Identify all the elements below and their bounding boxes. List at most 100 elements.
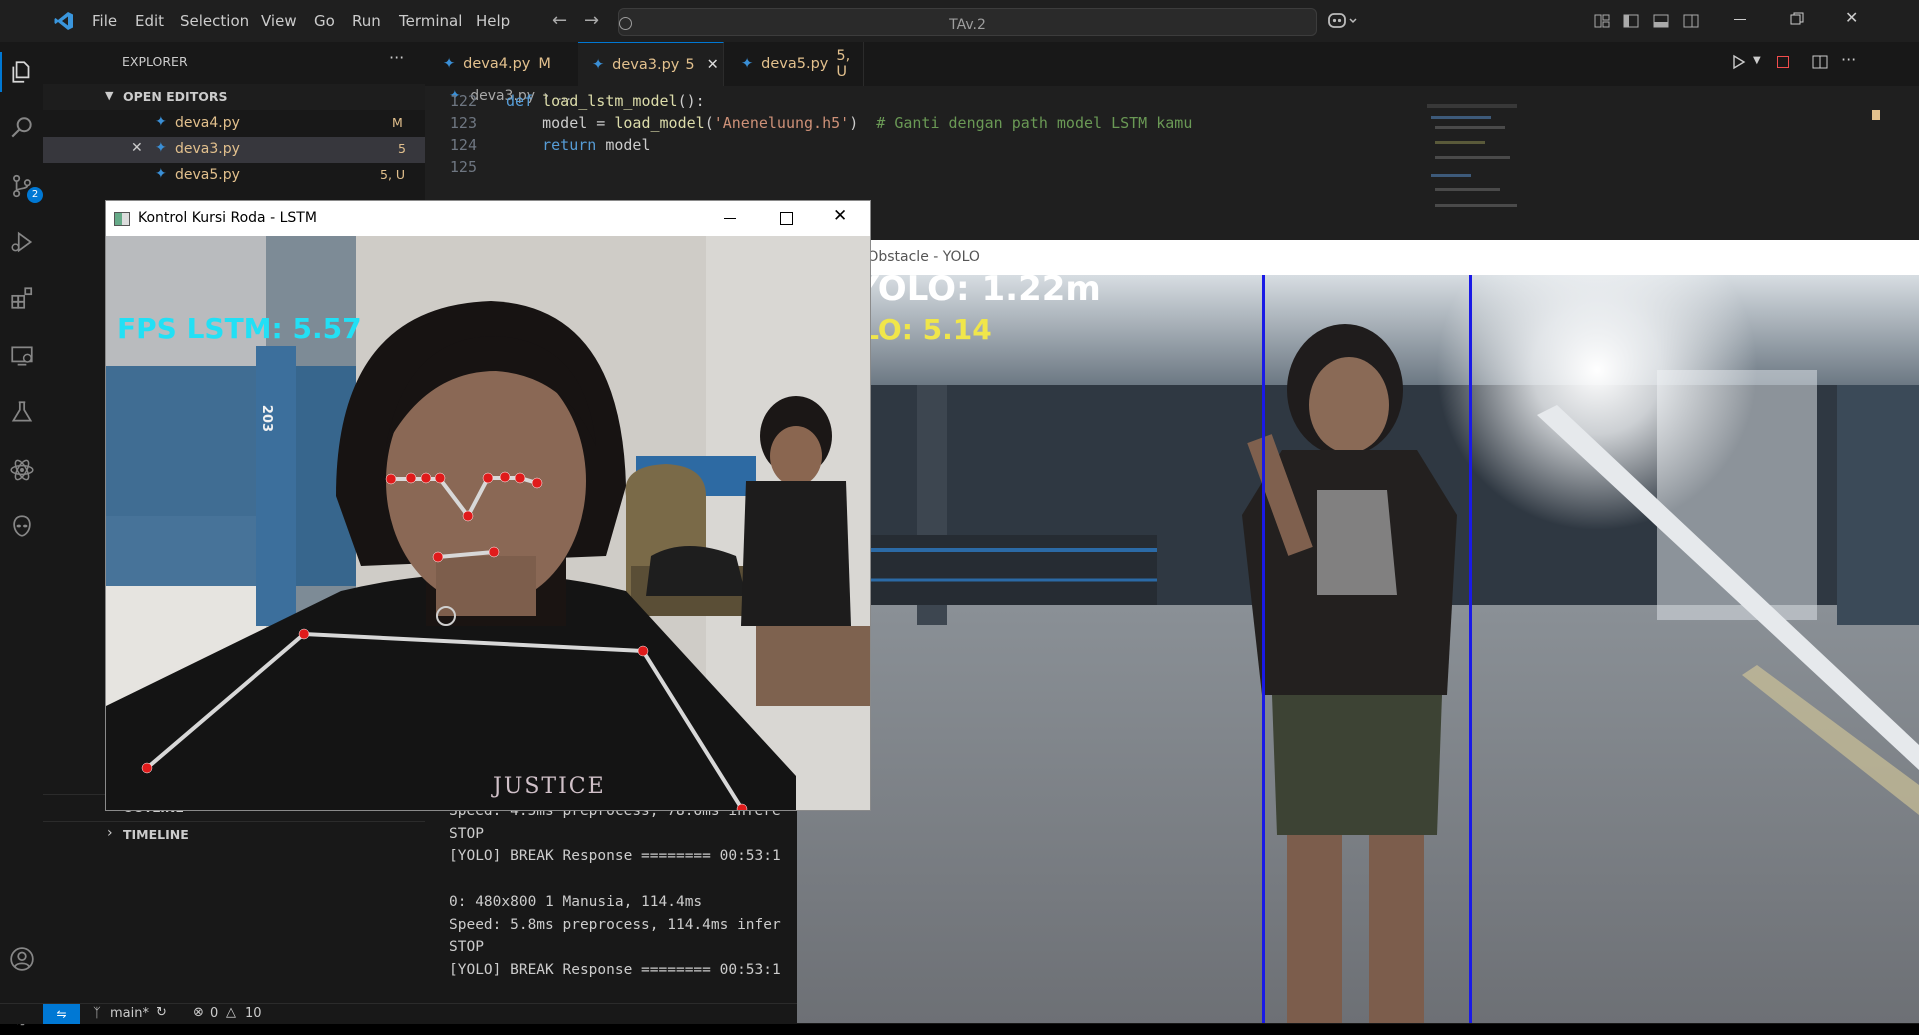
code-line[interactable]: return model (506, 136, 651, 158)
code-line[interactable]: model = load_model('Aneneluung.h5') # Ga… (506, 114, 1192, 136)
layout-customize-icon[interactable] (1594, 13, 1610, 33)
line-number: 123 (449, 114, 477, 132)
app-icon (114, 212, 130, 226)
branch-name[interactable]: main* (110, 1006, 149, 1021)
code-token: # Ganti dengan path model LSTM kamu (876, 114, 1193, 132)
code-token: def (506, 92, 543, 110)
forward-arrow-icon[interactable]: → (584, 10, 599, 31)
warning-icon: △ (226, 1005, 236, 1020)
more-actions-icon[interactable]: ··· (389, 48, 404, 67)
title-bar: File Edit Selection View Go Run Terminal… (0, 0, 1919, 43)
menu-terminal[interactable]: Terminal (399, 12, 462, 30)
tab-label: deva5.py (761, 56, 829, 72)
terminal-line: Speed: 5.8ms preprocess, 114.4ms infer (449, 916, 781, 933)
terminal-line: 0: 480x800 1 Manusia, 114.4ms (449, 893, 703, 910)
more-actions-icon[interactable]: ··· (1841, 50, 1856, 69)
chevron-down-icon[interactable]: ▼ (1753, 55, 1761, 66)
open-editor-item[interactable]: ✦ deva5.py 5, U (43, 163, 425, 189)
close-window-icon[interactable]: ✕ (1845, 8, 1858, 27)
alien-extension-icon[interactable] (0, 506, 43, 546)
maximize-icon[interactable] (780, 212, 793, 225)
lstm-fps-readout: FPS LSTM: 5.57 (117, 312, 362, 345)
command-center-search[interactable]: TAv.2 (618, 8, 1317, 36)
python-file-icon: ✦ (741, 56, 754, 72)
extensions-icon[interactable] (0, 278, 43, 318)
python-file-icon: ✦ (155, 166, 167, 182)
warning-count[interactable]: 10 (245, 1006, 262, 1021)
split-editor-icon[interactable] (1812, 54, 1828, 74)
remote-indicator-icon[interactable]: ⇋ (43, 1004, 80, 1024)
error-count[interactable]: 0 (210, 1006, 218, 1021)
timeline-section[interactable]: › TIMELINE (43, 821, 425, 848)
yolo-window[interactable]: i Obstacle - YOLO ak YOLO: 1.22m YOLO: 5… (797, 240, 1919, 1023)
menu-edit[interactable]: Edit (135, 12, 164, 30)
yolo-window-titlebar[interactable]: i Obstacle - YOLO (797, 240, 1919, 275)
code-token: load_lstm_model (542, 92, 678, 110)
minimize-icon[interactable] (1734, 19, 1746, 20)
file-name: deva4.py (175, 115, 240, 131)
restore-icon[interactable] (1790, 12, 1804, 30)
terminal-line: STOP (449, 825, 484, 842)
stop-icon[interactable] (1777, 56, 1789, 68)
explorer-icon[interactable] (0, 52, 43, 92)
code-token: model (596, 136, 651, 154)
menu-file[interactable]: File (92, 12, 117, 30)
react-atom-icon[interactable] (0, 450, 43, 490)
lstm-window[interactable]: Kontrol Kursi Roda - LSTM ✕ FPS LSTM: 5.… (105, 200, 871, 811)
menu-selection[interactable]: Selection (180, 12, 249, 30)
tab-label: deva4.py (463, 56, 531, 72)
code-token: (): (677, 92, 705, 110)
python-file-icon: ✦ (443, 56, 456, 72)
yolo-camera-feed: ak YOLO: 1.22m YOLO: 5.14 (797, 275, 1919, 1023)
python-file-icon: ✦ (155, 140, 167, 156)
lstm-window-title: Kontrol Kursi Roda - LSTM (138, 210, 317, 226)
accounts-icon[interactable] (0, 939, 43, 979)
tab-status: M (538, 56, 551, 72)
remote-explorer-icon[interactable] (0, 336, 43, 376)
line-number: 122 (449, 92, 477, 110)
menu-help[interactable]: Help (476, 12, 510, 30)
code-token: 'Aneneluung.h5' (713, 114, 850, 132)
tab-deva3[interactable]: ✦ deva3.py 5 ✕ (578, 42, 724, 87)
chair-label: 203 (259, 404, 275, 433)
run-debug-icon[interactable] (0, 222, 43, 262)
open-editor-item[interactable]: ✕ ✦ deva3.py 5 (43, 137, 425, 163)
tab-deva4[interactable]: ✦ deva4.py M (425, 42, 579, 86)
open-editor-item[interactable]: ✦ deva4.py M (43, 111, 425, 137)
toggle-sidebar-icon[interactable] (1623, 13, 1639, 33)
minimap[interactable] (1427, 86, 1519, 240)
testing-icon[interactable] (0, 392, 43, 432)
python-file-icon: ✦ (155, 114, 167, 130)
lstm-window-titlebar[interactable]: Kontrol Kursi Roda - LSTM ✕ (106, 201, 870, 236)
copilot-icon[interactable] (1327, 11, 1359, 35)
close-icon[interactable]: ✕ (833, 206, 847, 226)
open-editors-section[interactable]: ▼ OPEN EDITORS (43, 84, 425, 110)
toggle-secondary-sidebar-icon[interactable] (1683, 13, 1699, 33)
workspace-name: TAv.2 (949, 17, 986, 33)
line-number: 124 (449, 136, 477, 154)
sync-icon[interactable]: ↻ (156, 1005, 167, 1020)
menu-view[interactable]: View (261, 12, 297, 30)
menu-run[interactable]: Run (352, 12, 381, 30)
code-token: model = (506, 114, 615, 132)
tab-status: 5 (685, 57, 695, 73)
line-number: 125 (449, 158, 477, 176)
open-editors-header: OPEN EDITORS (123, 89, 228, 104)
minimize-icon[interactable] (724, 218, 736, 219)
file-name: deva3.py (175, 141, 240, 157)
explorer-title: EXPLORER (122, 54, 188, 69)
tab-deva5[interactable]: ✦ deva5.py 5, U (723, 42, 864, 86)
code-line[interactable]: def load_lstm_model(): (506, 92, 705, 114)
close-tab-icon[interactable]: ✕ (707, 57, 719, 73)
lstm-camera-feed: FPS LSTM: 5.57 JUSTICE 203 (106, 236, 870, 810)
menu-go[interactable]: Go (314, 12, 335, 30)
toggle-panel-icon[interactable] (1653, 13, 1669, 33)
editor-tabs: ✦ deva4.py M ✦ deva3.py 5 ✕ ✦ deva5.py 5… (425, 42, 1919, 87)
detection-bbox (1262, 275, 1472, 1023)
back-arrow-icon[interactable]: ← (552, 10, 567, 31)
file-status: 5, U (380, 167, 406, 182)
run-python-icon[interactable] (1732, 54, 1746, 74)
python-file-icon: ✦ (592, 57, 605, 73)
search-icon[interactable] (0, 108, 43, 148)
close-icon[interactable]: ✕ (131, 140, 143, 156)
